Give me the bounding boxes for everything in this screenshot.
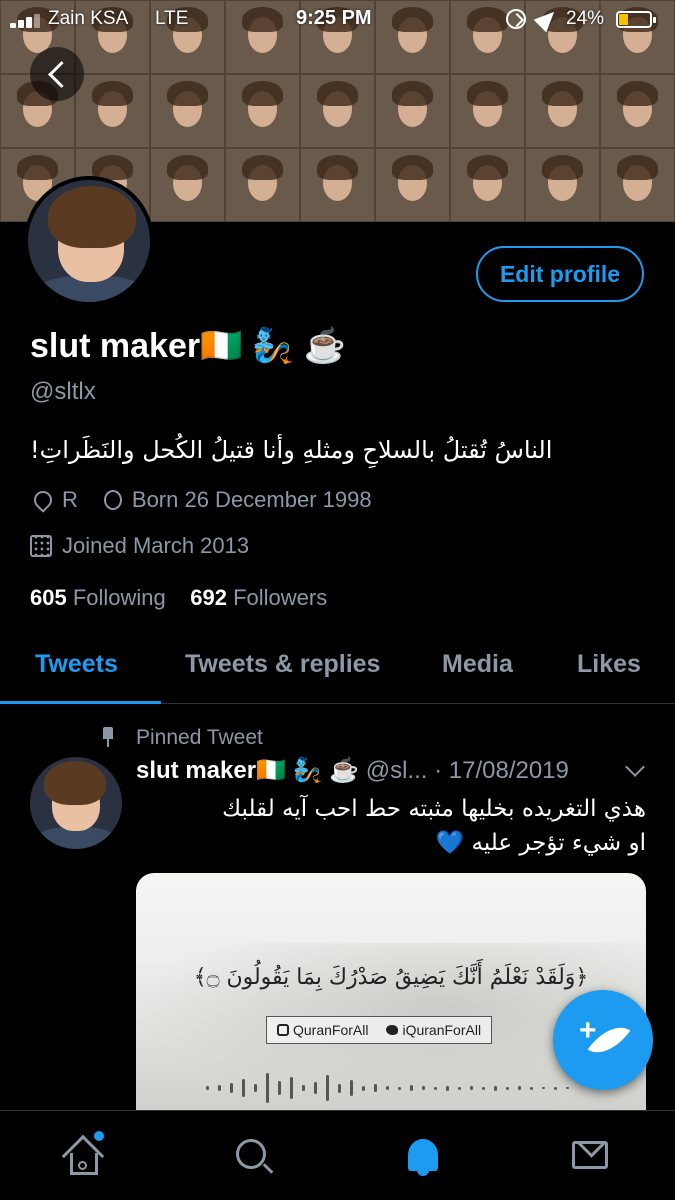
- battery-icon: [616, 11, 656, 28]
- compose-tweet-button[interactable]: +: [553, 990, 653, 1090]
- tweet-options-chevron-icon[interactable]: [625, 757, 645, 777]
- waveform-bar: [326, 1075, 329, 1101]
- waveform-bar: [386, 1086, 389, 1090]
- profile-meta-row: R Born 26 December 1998: [30, 487, 372, 513]
- back-button[interactable]: [30, 47, 84, 101]
- waveform-bar: [482, 1086, 485, 1090]
- edit-profile-button[interactable]: Edit profile: [476, 246, 644, 302]
- tab-tweets[interactable]: Tweets: [35, 650, 118, 679]
- tab-likes[interactable]: Likes: [577, 650, 641, 679]
- calendar-icon: [30, 535, 52, 557]
- waveform-bar: [350, 1080, 353, 1096]
- tweet-author-handle: @sl...: [365, 757, 428, 784]
- waveform-bar: [374, 1084, 377, 1092]
- location-arrow-icon: [533, 5, 561, 33]
- following-link[interactable]: 605 Following: [30, 585, 166, 610]
- waveform-bar: [398, 1086, 401, 1090]
- waveform-bar: [518, 1086, 521, 1090]
- battery-percentage: 24%: [566, 8, 605, 29]
- home-icon[interactable]: [61, 1134, 105, 1178]
- waveform-bar: [566, 1087, 569, 1089]
- location-pin-icon: [30, 487, 56, 513]
- waveform-bar: [290, 1077, 293, 1099]
- active-tab-indicator: [0, 701, 161, 704]
- tab-media[interactable]: Media: [442, 650, 513, 679]
- following-label: Following: [72, 585, 166, 610]
- profile-bio: الناسُ تُقتلُ بالسلاحِ ومثلهِ وأنا قتيلُ…: [30, 436, 553, 464]
- waveform-bar: [446, 1085, 449, 1091]
- waveform-bar: [494, 1085, 497, 1091]
- profile-handle: @sltlx: [30, 378, 96, 405]
- profile-birthday: Born 26 December 1998: [131, 487, 372, 512]
- waveform-bar: [254, 1084, 257, 1092]
- search-icon[interactable]: [234, 1137, 274, 1177]
- followers-label: Followers: [233, 585, 328, 610]
- waveform-bar: [242, 1079, 245, 1097]
- waveform-bar: [410, 1085, 413, 1091]
- audio-waveform: [206, 1058, 586, 1108]
- rotation-lock-icon: [506, 9, 526, 29]
- tweet-author-avatar[interactable]: [30, 757, 122, 849]
- media-twitter-handle: iQuranForAll: [402, 1022, 482, 1038]
- tweet-text-line: هذي التغريده بخليها مثبته حط احب آيه لقل…: [222, 796, 646, 822]
- profile-display-name: slut maker🇨🇮 🧞 ☕: [30, 327, 346, 365]
- tweet-text: هذي التغريده بخليها مثبته حط احب آيه لقل…: [136, 792, 646, 860]
- tweet-header: slut maker🇨🇮 🧞 ☕ @sl... · 17/08/2019: [136, 756, 569, 785]
- following-count: 605: [30, 585, 67, 610]
- waveform-bar: [206, 1086, 209, 1090]
- profile-avatar[interactable]: [24, 176, 154, 306]
- bottom-navigation: [0, 1110, 675, 1200]
- followers-count: 692: [190, 585, 227, 610]
- pinned-tweet-label: Pinned Tweet: [136, 726, 263, 749]
- waveform-bar: [470, 1086, 473, 1090]
- birthday-balloon-icon: [103, 490, 122, 510]
- instagram-icon: [277, 1024, 289, 1036]
- tweet-date: · 17/08/2019: [434, 757, 569, 784]
- signal-strength-icon: [10, 12, 44, 28]
- tab-tweets-and-replies[interactable]: Tweets & replies: [185, 650, 380, 679]
- waveform-bar: [338, 1083, 341, 1093]
- waveform-bar: [218, 1085, 221, 1091]
- profile-joined-row: Joined March 2013: [30, 533, 249, 559]
- waveform-bar: [530, 1086, 533, 1090]
- notifications-bell-icon[interactable]: [404, 1137, 444, 1177]
- home-new-content-badge: [94, 1131, 104, 1141]
- waveform-bar: [422, 1086, 425, 1090]
- waveform-bar: [230, 1083, 233, 1093]
- network-type: LTE: [155, 8, 189, 29]
- profile-joined: Joined March 2013: [62, 533, 250, 558]
- media-social-handles: QuranForAll iQuranForAll: [266, 1016, 493, 1044]
- status-time: 9:25 PM: [296, 7, 372, 29]
- waveform-bar: [266, 1073, 269, 1103]
- profile-tabs: Tweets Tweets & replies Media Likes: [0, 628, 675, 704]
- waveform-bar: [314, 1082, 317, 1094]
- waveform-bar: [362, 1085, 365, 1091]
- waveform-bar: [506, 1086, 509, 1090]
- waveform-bar: [542, 1087, 545, 1089]
- pin-icon: [101, 727, 115, 747]
- waveform-bar: [434, 1086, 437, 1090]
- followers-link[interactable]: 692 Followers: [190, 585, 327, 610]
- carrier-name: Zain KSA: [48, 8, 129, 29]
- waveform-bar: [458, 1086, 461, 1090]
- waveform-bar: [278, 1081, 281, 1095]
- waveform-bar: [554, 1086, 557, 1090]
- twitter-bird-icon: [386, 1025, 399, 1035]
- tweet-author-name[interactable]: slut maker🇨🇮 🧞 ☕: [136, 757, 359, 784]
- media-verse-text: ﴿وَلَقَدْ نَعْلَمُ أَنَّكَ يَضِيقُ صَدْر…: [193, 965, 589, 990]
- messages-mail-icon[interactable]: [572, 1137, 612, 1177]
- waveform-bar: [302, 1085, 305, 1091]
- tweet-text-line: او شيء تؤجر عليه 💙: [435, 830, 646, 856]
- profile-location: R: [62, 487, 78, 512]
- follow-stats: 605 Following 692 Followers: [30, 585, 327, 611]
- media-instagram-handle: QuranForAll: [293, 1022, 369, 1038]
- status-bar: Zain KSA LTE 9:25 PM 24%: [0, 0, 675, 38]
